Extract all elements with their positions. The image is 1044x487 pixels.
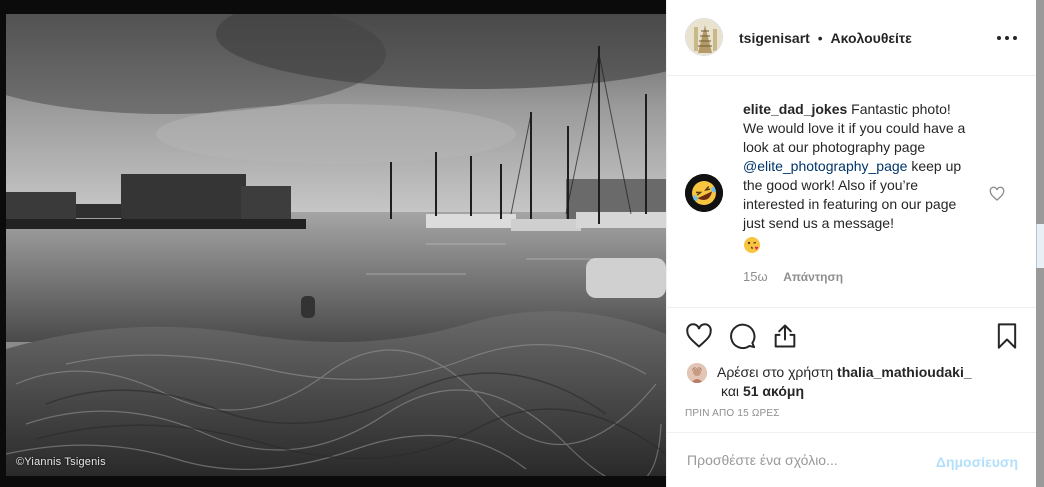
likes-line-2: και 51 ακόμη [721,381,804,401]
background-page-tab [1036,224,1044,268]
post-photo[interactable]: ©Yiannis Tsigenis [6,14,666,476]
commenter-avatar[interactable] [685,174,723,212]
likes-prefix: Αρέσει στο χρήστη [717,364,834,380]
post-timestamp[interactable]: ΠΡΙΝ ΑΠΟ 15 ΩΡΕΣ [685,408,780,419]
likes-others-count[interactable]: 51 ακόμη [743,383,804,399]
post-comment-button[interactable]: Δημοσίευση [936,454,1018,470]
commenter-username[interactable]: elite_dad_jokes [743,101,847,117]
heart-icon[interactable] [685,322,713,350]
post-actions [667,312,1036,358]
liker-username[interactable]: thalia_mathioudaki_ [837,364,972,380]
comment-item: elite_dad_jokes Fantastic photo! We woul… [667,76,1036,308]
share-icon[interactable] [771,322,799,350]
comment-icon[interactable] [729,322,757,350]
following-status-button[interactable]: Ακολουθείτε [831,30,912,46]
comment-meta: 15ω Απάντηση [743,269,843,284]
author-username[interactable]: tsigenisart [739,30,810,46]
author-avatar[interactable] [685,18,723,56]
add-comment-bar: Δημοσίευση [667,432,1036,487]
background-page-edge [1036,0,1044,487]
comment-input[interactable] [685,451,909,469]
likes-and: και [721,383,740,399]
post-side-panel: tsigenisart • Ακολουθείτε elite_dad_joke… [666,0,1036,487]
kissing-wink-emoji-icon [743,236,761,259]
bookmark-icon[interactable] [993,322,1021,350]
comment-body: elite_dad_jokes Fantastic photo! We woul… [743,100,973,259]
comment-age: 15ω [743,269,768,284]
liker-avatar[interactable] [687,363,707,383]
likes-line-1: Αρέσει στο χρήστη thalia_mathioudaki_ [717,362,972,382]
reply-button[interactable]: Απάντηση [783,270,843,284]
photo-watermark: ©Yiannis Tsigenis [16,456,106,468]
rofl-emoji-icon [685,174,723,212]
comment-like-heart-icon[interactable] [989,186,1005,202]
comment-mention-link[interactable]: @elite_photography_page [743,158,907,174]
author-line: tsigenisart • Ακολουθείτε [739,30,912,46]
post-header: tsigenisart • Ακολουθείτε [667,0,1036,76]
more-options-icon[interactable] [997,30,1019,46]
harbor-photo-image [6,14,666,476]
header-separator: • [817,30,823,46]
